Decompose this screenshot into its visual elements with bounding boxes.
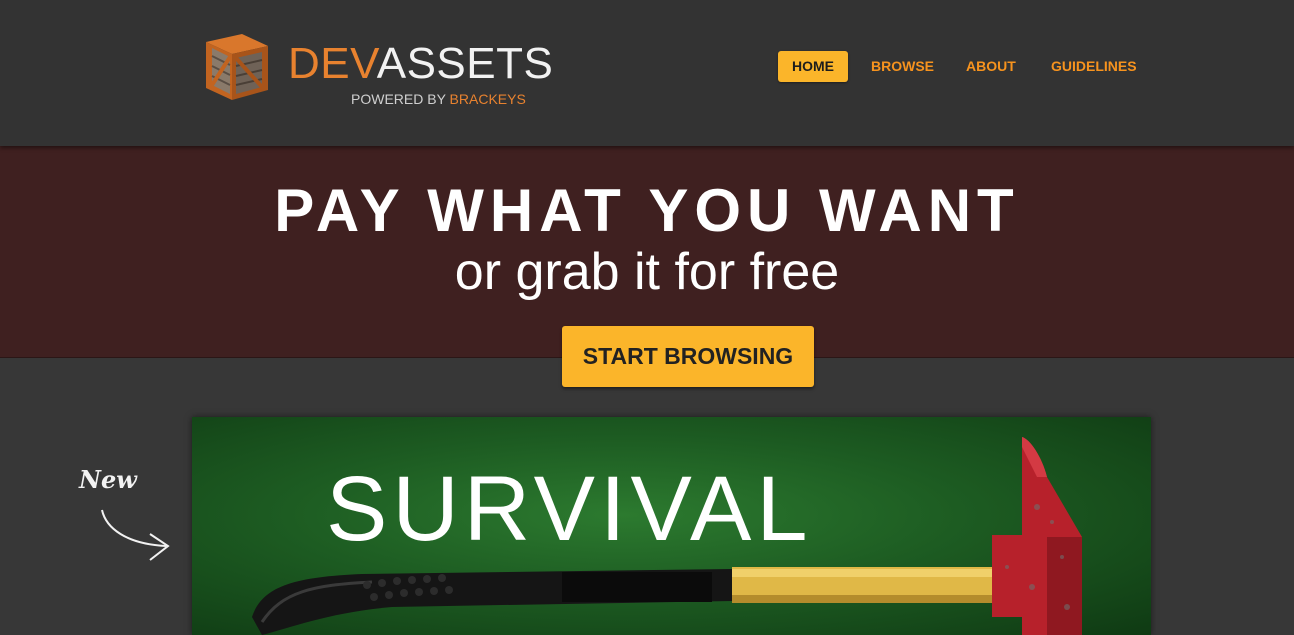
nav-about[interactable]: ABOUT bbox=[966, 51, 1016, 82]
site-header: DEVASSETS POWERED BY BRACKEYS HOME BROWS… bbox=[0, 0, 1294, 146]
new-marker: New bbox=[79, 465, 137, 494]
hero-title: PAY WHAT YOU WANT bbox=[274, 177, 1020, 244]
crate-logo-icon bbox=[206, 34, 268, 100]
site-logo[interactable]: DEVASSETS POWERED BY BRACKEYS bbox=[198, 30, 558, 110]
featured-banner[interactable]: SURVIVAL bbox=[192, 417, 1151, 635]
start-browsing-button[interactable]: START BROWSING bbox=[562, 326, 814, 387]
powered-by-brand: BRACKEYS bbox=[449, 91, 526, 107]
hero-subtitle: or grab it for free bbox=[454, 243, 840, 301]
fire-axe-image bbox=[252, 437, 1082, 635]
brand-prefix: DEV bbox=[288, 39, 377, 88]
nav-guidelines[interactable]: GUIDELINES bbox=[1051, 51, 1137, 82]
nav-home[interactable]: HOME bbox=[778, 51, 848, 82]
powered-by-label: POWERED BY bbox=[351, 91, 446, 107]
brand-suffix: ASSETS bbox=[376, 39, 554, 88]
powered-by: POWERED BY BRACKEYS bbox=[351, 91, 526, 107]
nav-browse[interactable]: BROWSE bbox=[871, 51, 934, 82]
brand-name: DEVASSETS bbox=[288, 40, 553, 88]
curved-arrow-icon bbox=[101, 509, 170, 561]
